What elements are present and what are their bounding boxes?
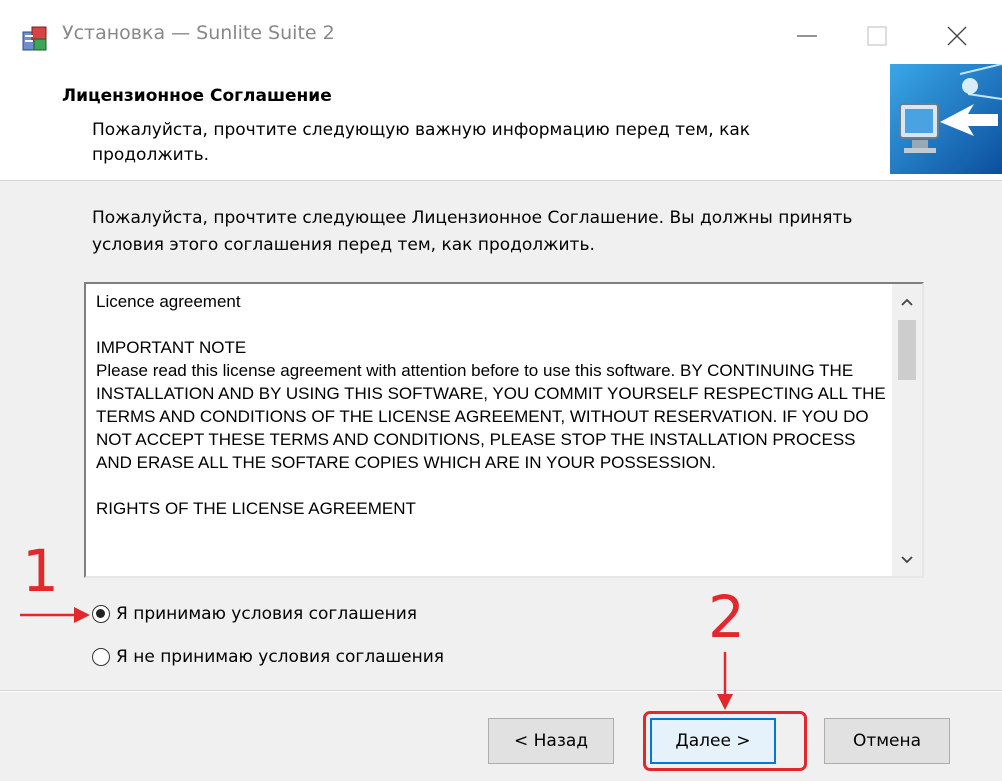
license-textbox[interactable]: Licence agreement IMPORTANT NOTE Please …: [84, 282, 924, 578]
accept-label: Я принимаю условия соглашения: [116, 604, 418, 624]
accept-radio[interactable]: [92, 605, 110, 623]
scroll-thumb[interactable]: [898, 320, 916, 380]
scroll-up-button[interactable]: [892, 286, 922, 316]
intro-text: Пожалуйста, прочтите следующее Лицензион…: [92, 208, 853, 255]
next-button-highlight: [643, 711, 807, 771]
annotation-step-2: 2: [708, 583, 745, 651]
maximize-icon: [866, 25, 888, 51]
decline-radio[interactable]: [92, 648, 110, 666]
minimize-icon: [796, 25, 818, 51]
decline-option[interactable]: Я не принимаю условия соглашения: [92, 643, 444, 671]
monitor-arrow-icon: [890, 63, 1002, 174]
accept-option[interactable]: Я принимаю условия соглашения: [92, 600, 417, 628]
page-title: Лицензионное Соглашение: [62, 86, 332, 106]
annotation-arrow-1: [20, 607, 90, 623]
scroll-down-button[interactable]: [892, 544, 922, 574]
license-text: Licence agreement IMPORTANT NOTE Please …: [96, 292, 886, 518]
decline-label: Я не принимаю условия соглашения: [116, 647, 445, 667]
divider-highlight: [0, 691, 1002, 692]
cancel-button[interactable]: Отмена: [824, 718, 950, 764]
chevron-down-icon: [900, 550, 914, 569]
vertical-scrollbar[interactable]: [892, 284, 922, 576]
installer-icon: [20, 24, 50, 54]
window-title: Установка — Sunlite Suite 2: [62, 22, 335, 44]
annotation-arrow-2: [717, 652, 733, 710]
wizard-header: Лицензионное Соглашение Пожалуйста, проч…: [0, 58, 1002, 181]
chevron-up-icon: [900, 292, 914, 311]
back-button[interactable]: < Назад: [488, 718, 614, 764]
annotation-step-1: 1: [22, 537, 59, 605]
installer-window: Установка — Sunlite Suite 2 Лицензионное…: [0, 0, 1002, 781]
page-subtitle: Пожалуйста, прочтите следующую важную ин…: [92, 120, 751, 165]
close-icon: [946, 25, 968, 51]
